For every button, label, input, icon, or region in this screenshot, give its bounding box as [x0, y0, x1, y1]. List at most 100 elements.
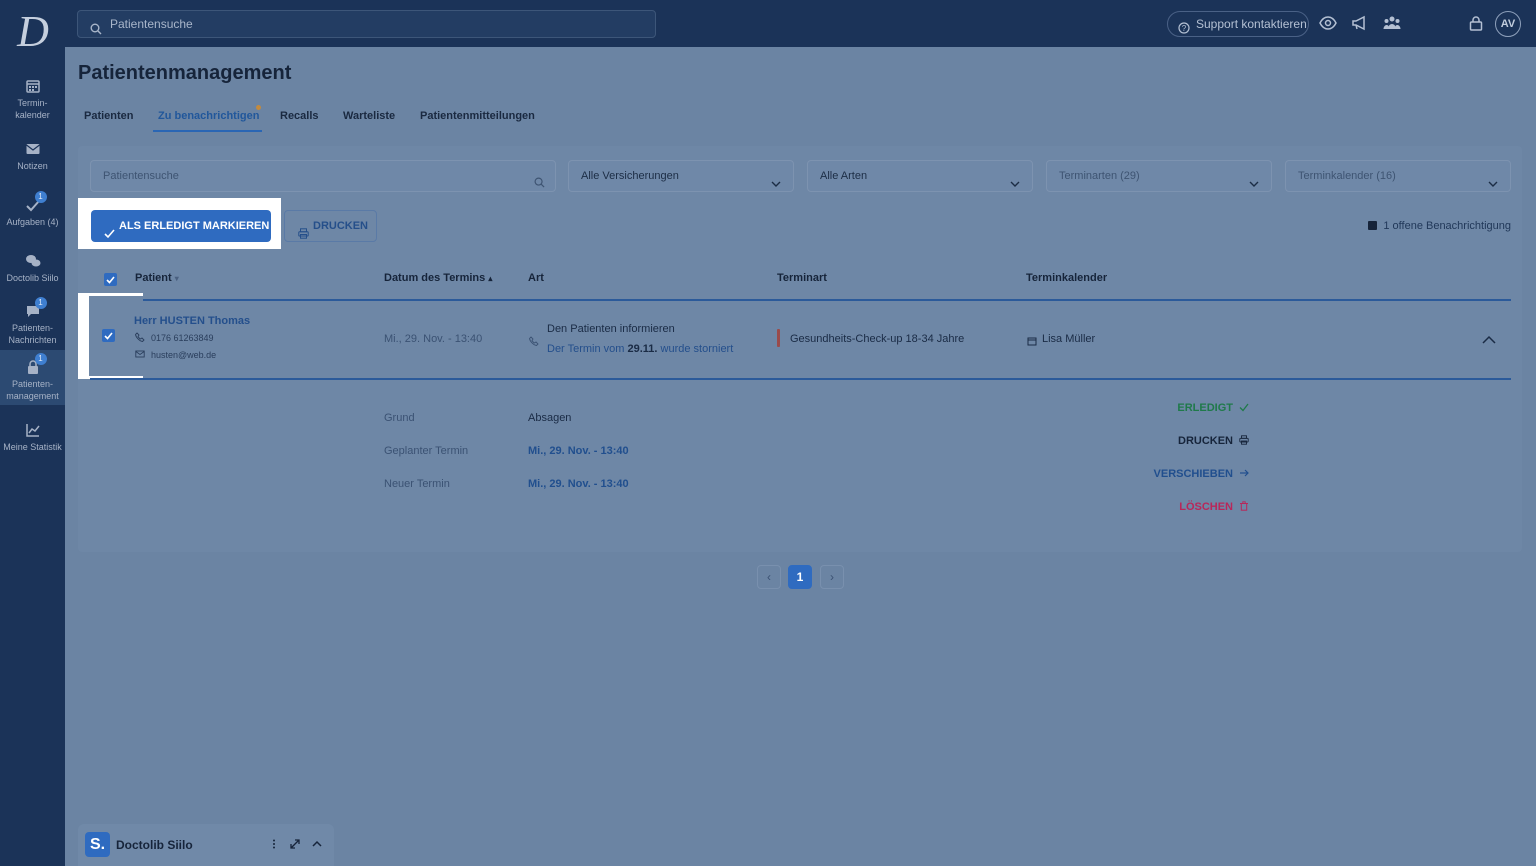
row-checkbox[interactable] [102, 329, 115, 342]
arrow-right-icon [1239, 468, 1249, 478]
column-header-art[interactable]: Art [528, 272, 544, 284]
detail-new-label: Neuer Termin [384, 478, 450, 490]
print-button[interactable]: DRUCKEN [284, 210, 377, 242]
management-badge: 1 [34, 353, 47, 365]
sidebar-item-statistics[interactable]: Meine Statistik [0, 422, 65, 453]
users-icon[interactable] [1383, 14, 1401, 32]
mark-done-button[interactable]: ALS ERLEDIGT MARKIEREN [91, 210, 271, 242]
appointment-types-select[interactable]: Terminarten (29) [1046, 160, 1272, 192]
pager-page-1[interactable]: 1 [788, 565, 812, 589]
sidebar-item-label: Meine Statistik [3, 442, 62, 452]
sidebar: D Termin- kalender Notizen 1 Aufgaben (4… [0, 0, 65, 866]
sidebar-item-patient-management[interactable]: 1 Patienten- management [0, 350, 65, 405]
types-select[interactable]: Alle Arten [807, 160, 1033, 192]
column-header-appointment-type[interactable]: Terminart [777, 272, 827, 284]
check-icon [1239, 402, 1249, 412]
support-button[interactable]: ? Support kontaktieren [1167, 11, 1309, 37]
eye-icon[interactable] [1319, 14, 1337, 32]
appointment-date: Mi., 29. Nov. - 13:40 [384, 333, 483, 345]
message-icon: 1 [25, 297, 47, 319]
phone-icon [529, 335, 539, 346]
search-icon [90, 18, 102, 35]
svg-text:?: ? [1182, 24, 1187, 33]
megaphone-icon[interactable] [1351, 14, 1369, 32]
tab-notification-dot [256, 105, 261, 110]
lock-icon: 1 [25, 353, 47, 375]
row-delete-button[interactable]: LÖSCHEN [1150, 501, 1249, 513]
siilo-chat-widget[interactable]: S. Doctolib Siilo [78, 824, 334, 866]
sidebar-item-label: Notizen [17, 161, 48, 171]
phone-icon [135, 331, 145, 342]
tab-recalls[interactable]: Recalls [280, 110, 319, 122]
doctolib-logo[interactable]: D [14, 10, 52, 54]
tab-to-notify[interactable]: Zu benachrichtigen [158, 110, 259, 122]
print-label: DRUCKEN [313, 220, 368, 232]
pager-prev-button[interactable]: ‹ [757, 565, 781, 589]
header-search-input[interactable]: Patientensuche [77, 10, 656, 38]
row-move-button[interactable]: VERSCHIEBEN [1130, 468, 1249, 480]
art-subtitle: Der Termin vom 29.11. wurde storniert [547, 343, 734, 355]
column-header-patient[interactable]: Patient ▾ [135, 272, 179, 284]
calendars-value: Terminkalender (16) [1298, 170, 1396, 182]
calendar-name: Lisa Müller [1042, 333, 1096, 345]
appointment-type: Gesundheits-Check-up 18-34 Jahre [790, 333, 965, 345]
calendar-icon [25, 78, 41, 94]
insurance-select[interactable]: Alle Versicherungen [568, 160, 794, 192]
open-notifications-label: 1 offene Benachrichtigung [1383, 220, 1511, 232]
chevron-down-icon [1249, 171, 1259, 187]
tabs-bar: Patienten Zu benachrichtigen Recalls War… [65, 100, 1536, 134]
calendars-select[interactable]: Terminkalender (16) [1285, 160, 1511, 192]
sidebar-item-label: Patienten- Nachrichten [8, 323, 57, 345]
patient-name-link[interactable]: Herr HUSTEN Thomas [134, 315, 250, 327]
chevron-up-icon[interactable] [311, 838, 323, 850]
chevron-up-icon[interactable] [1482, 334, 1496, 344]
patient-search-input[interactable]: Patientensuche [90, 160, 556, 192]
detail-reason-value: Absagen [528, 412, 572, 424]
tab-patients[interactable]: Patienten [84, 110, 134, 122]
printer-icon [298, 221, 309, 239]
patient-search-placeholder: Patientensuche [103, 170, 179, 182]
mark-done-label: ALS ERLEDIGT MARKIEREN [119, 220, 270, 232]
sidebar-item-tasks[interactable]: 1 Aufgaben (4) [0, 191, 65, 228]
collapse-arrows-icon[interactable] [289, 838, 301, 850]
detail-planned-label: Geplanter Termin [384, 445, 469, 457]
types-select-value: Alle Arten [820, 170, 868, 182]
appointment-type-color-bar [777, 329, 780, 347]
sidebar-item-label: Doctolib Siilo [6, 273, 59, 283]
lock-icon[interactable] [1467, 14, 1485, 32]
top-header: Patientensuche ? Support kontaktieren AV [65, 0, 1536, 47]
more-vertical-icon[interactable] [268, 838, 280, 850]
detail-new-value[interactable]: Mi., 29. Nov. - 13:40 [528, 478, 629, 490]
row-print-button[interactable]: DRUCKEN [1150, 435, 1249, 447]
patient-email: husten@web.de [151, 350, 217, 360]
sidebar-item-siilo[interactable]: Doctolib Siilo [0, 253, 65, 284]
detail-planned-value[interactable]: Mi., 29. Nov. - 13:40 [528, 445, 629, 457]
tab-patient-notices[interactable]: Patientenmitteilungen [420, 110, 535, 122]
insurance-select-value: Alle Versicherungen [581, 170, 679, 182]
check-icon: 1 [25, 191, 47, 213]
search-icon [534, 170, 545, 188]
chevron-down-icon [1010, 171, 1020, 187]
column-header-date[interactable]: Datum des Termins ▴ [384, 272, 492, 284]
trash-icon [1239, 501, 1249, 511]
tab-waitlist[interactable]: Warteliste [343, 110, 395, 122]
sidebar-item-label: Termin- kalender [15, 98, 50, 120]
chat-bubbles-icon [25, 253, 41, 269]
user-avatar[interactable]: AV [1495, 11, 1521, 37]
check-icon [104, 220, 115, 239]
sidebar-item-patient-messages[interactable]: 1 Patienten- Nachrichten [0, 297, 65, 346]
select-all-checkbox[interactable] [104, 273, 117, 286]
chevron-down-icon [1488, 171, 1498, 187]
siilo-logo: S. [85, 832, 110, 857]
notification-square-icon [1368, 221, 1378, 230]
printer-icon [1239, 435, 1249, 445]
sidebar-item-calendar[interactable]: Termin- kalender [0, 78, 65, 121]
column-header-calendar[interactable]: Terminkalender [1026, 272, 1107, 284]
tasks-badge: 1 [34, 191, 47, 203]
appointment-types-value: Terminarten (29) [1059, 170, 1140, 182]
row-done-button[interactable]: ERLEDIGT [1150, 402, 1249, 414]
sidebar-item-notes[interactable]: Notizen [0, 141, 65, 172]
chevron-down-icon [771, 171, 781, 187]
table-header-divider [90, 299, 1511, 301]
pager-next-button[interactable]: › [820, 565, 844, 589]
